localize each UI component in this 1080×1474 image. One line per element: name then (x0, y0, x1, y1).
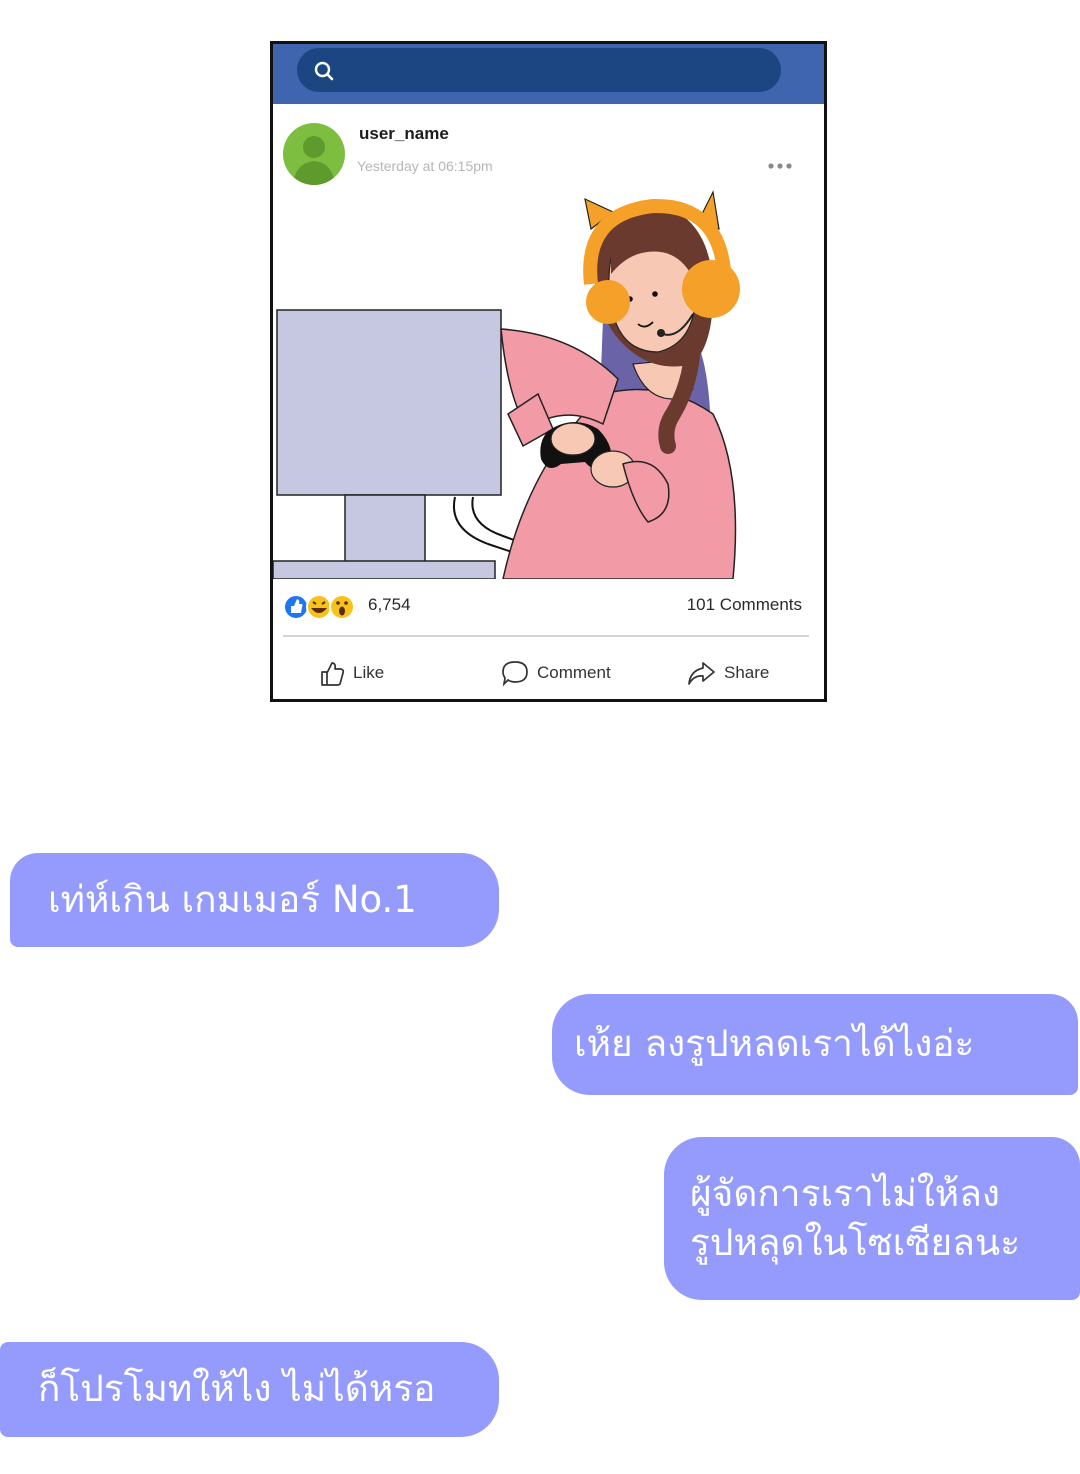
share-button[interactable]: Share (686, 656, 769, 690)
post-author-name[interactable]: user_name (359, 124, 449, 144)
post-image-gamer-girl[interactable] (273, 184, 824, 579)
headset-ear-right (682, 260, 740, 318)
chat-bubble-left: เท่ห์เกิน เกมเมอร์ No.1 (10, 853, 499, 947)
reaction-count[interactable]: 6,754 (368, 595, 411, 615)
chat-message-line: ผู้จัดการเราไม่ให้ลง (690, 1172, 1000, 1216)
chat-message-text: เห้ย ลงรูปหลดเราได้ไงอ่ะ (574, 1022, 975, 1066)
search-icon (314, 61, 334, 81)
social-post-card: user_name Yesterday at 06:15pm 6,754 101… (270, 41, 827, 702)
reaction-icons[interactable] (283, 593, 359, 621)
share-arrow-icon (688, 662, 715, 685)
headset-ear-left (586, 280, 630, 324)
haha-icon (306, 594, 332, 620)
more-options-icon[interactable] (766, 160, 794, 172)
search-input[interactable] (297, 48, 781, 92)
chat-bubble-right: ผู้จัดการเราไม่ให้ลง รูปหลุดในโซเซียลนะ (664, 1137, 1080, 1300)
divider (283, 635, 809, 637)
share-label: Share (724, 663, 770, 682)
comment-bubble-icon (502, 661, 528, 687)
comment-label: Comment (537, 663, 611, 682)
chat-bubble-right: เห้ย ลงรูปหลดเราได้ไงอ่ะ (552, 994, 1078, 1095)
like-label: Like (353, 663, 385, 682)
comment-count[interactable]: 101 Comments (687, 595, 802, 615)
monitor-stand (344, 494, 426, 564)
app-header (273, 44, 824, 104)
headset-mic (657, 329, 665, 337)
chat-message-text: ก็โปรโมทให้ไง ไม่ได้หรอ (38, 1367, 436, 1411)
chat-bubble-left: ก็โปรโมทให้ไง ไม่ได้หรอ (0, 1342, 499, 1437)
user-silhouette-icon (293, 136, 335, 185)
chat-message-text: เท่ห์เกิน เกมเมอร์ No.1 (48, 877, 417, 921)
comment-button[interactable]: Comment (501, 656, 611, 690)
monitor-screen (276, 309, 502, 496)
post-timestamp: Yesterday at 06:15pm (357, 158, 493, 174)
avatar[interactable] (283, 123, 345, 185)
like-button[interactable]: Like (319, 656, 384, 690)
desk (273, 560, 496, 579)
chat-message-line: รูปหลุดในโซเซียลนะ (690, 1220, 1021, 1264)
thumbs-up-icon (321, 662, 345, 686)
